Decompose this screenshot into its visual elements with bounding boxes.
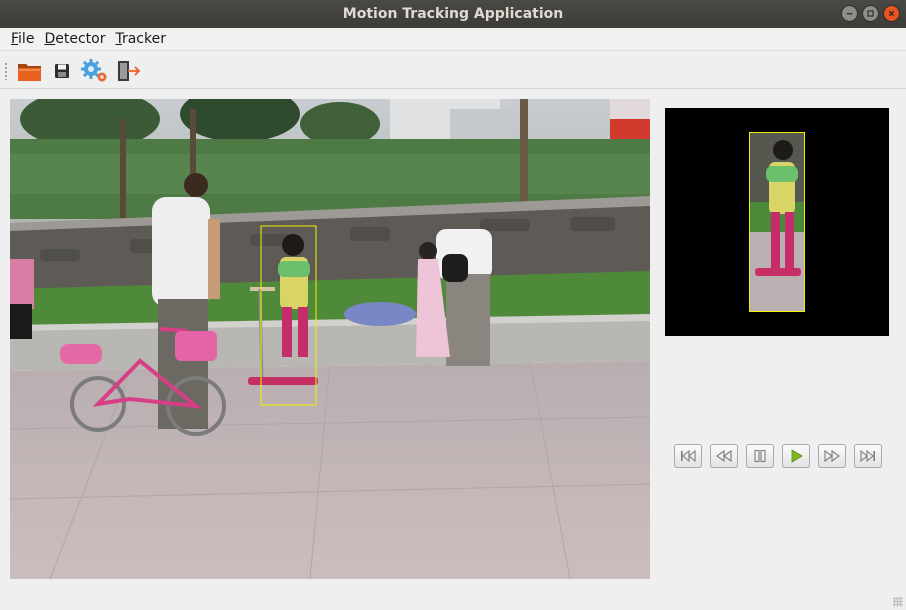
- close-button[interactable]: [883, 5, 900, 22]
- toolbar: [0, 52, 906, 89]
- settings-gears-icon: [81, 59, 107, 82]
- settings-button[interactable]: [80, 57, 110, 85]
- skip-to-start-button[interactable]: [674, 444, 702, 468]
- maximize-button[interactable]: [862, 5, 879, 22]
- fast-forward-icon: [824, 449, 840, 463]
- save-icon: [55, 64, 69, 78]
- rewind-icon: [716, 449, 732, 463]
- open-folder-icon: [18, 64, 41, 81]
- play-button[interactable]: [782, 444, 810, 468]
- open-button[interactable]: [15, 57, 45, 85]
- pause-button[interactable]: [746, 444, 774, 468]
- tracked-object-preview: [665, 108, 889, 336]
- skip-to-start-icon: [681, 449, 696, 463]
- rewind-button[interactable]: [710, 444, 738, 468]
- playback-controls: [674, 444, 882, 468]
- menu-tracker[interactable]: Tracker: [110, 31, 171, 47]
- minimize-icon: [846, 13, 853, 15]
- menu-bar: File Detector Tracker: [0, 28, 906, 51]
- exit-button[interactable]: [113, 57, 143, 85]
- fast-forward-button[interactable]: [818, 444, 846, 468]
- save-button[interactable]: [47, 57, 77, 85]
- pause-icon: [754, 449, 766, 463]
- skip-to-end-button[interactable]: [854, 444, 882, 468]
- play-icon: [791, 449, 803, 463]
- menu-detector[interactable]: Detector: [39, 31, 110, 47]
- window-title: Motion Tracking Application: [342, 6, 564, 22]
- minimize-button[interactable]: [841, 5, 858, 22]
- video-frame: [10, 99, 650, 579]
- menu-file[interactable]: File: [6, 31, 39, 47]
- maximize-icon: [867, 10, 874, 17]
- exit-icon: [118, 61, 141, 81]
- preview-frame: [749, 132, 805, 312]
- toolbar-grip[interactable]: [4, 62, 8, 80]
- skip-to-end-icon: [860, 449, 875, 463]
- close-icon: [888, 10, 895, 17]
- window-resize-grip[interactable]: [893, 597, 903, 607]
- window-titlebar: Motion Tracking Application: [0, 0, 906, 28]
- video-view[interactable]: [10, 99, 650, 579]
